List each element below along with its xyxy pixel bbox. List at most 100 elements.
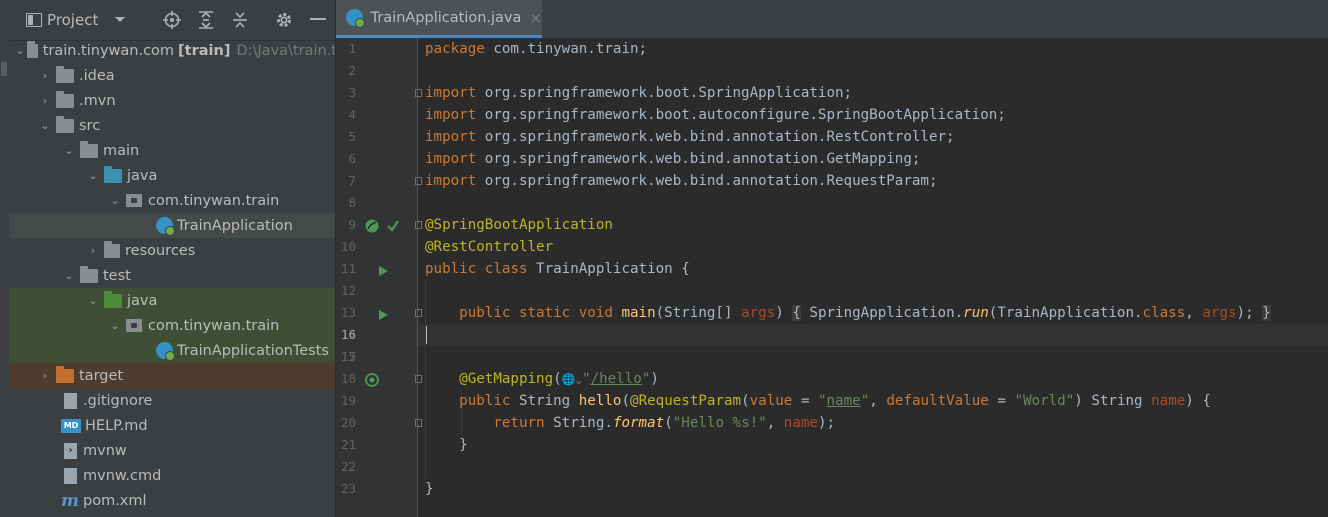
spring-class-icon bbox=[346, 9, 365, 28]
gitignore-file-icon bbox=[64, 392, 77, 409]
chevron-down-icon[interactable]: ⌄ bbox=[61, 144, 77, 157]
line-number: 9 bbox=[348, 217, 356, 232]
code-line-17: @GetMapping(🌐⌄"/hello") bbox=[459, 371, 659, 387]
tree-item-target[interactable]: › target bbox=[9, 363, 335, 388]
tree-item-test-java[interactable]: ⌄ java bbox=[9, 288, 335, 313]
tree-item-label: mvnw.cmd bbox=[83, 467, 162, 484]
run-icon[interactable] bbox=[379, 310, 388, 320]
project-tool-window-button[interactable] bbox=[1, 62, 7, 76]
tree-item-pom-xml[interactable]: m pom.xml bbox=[9, 488, 335, 513]
chevron-right-icon[interactable]: › bbox=[85, 244, 101, 257]
line-number: 3 bbox=[348, 85, 356, 100]
code-editor: TrainApplication.java × 1 2 3 4 5 6 7 8 … bbox=[336, 0, 1328, 517]
hide-panel-icon[interactable] bbox=[307, 0, 329, 40]
tree-item-mvnw-cmd[interactable]: mvnw.cmd bbox=[9, 463, 335, 488]
tree-item-label: HELP.md bbox=[85, 417, 148, 434]
line-number: 21 bbox=[340, 437, 356, 452]
tree-item-label: train.tinywan.com bbox=[42, 42, 175, 59]
folder-icon bbox=[80, 265, 98, 283]
line-number: 17 bbox=[340, 349, 356, 364]
tree-item-test[interactable]: ⌄ test bbox=[9, 263, 335, 288]
tree-item-resources[interactable]: › resources bbox=[9, 238, 335, 263]
endpoint-icon[interactable] bbox=[365, 373, 379, 387]
tree-item-label: TrainApplication bbox=[177, 217, 293, 234]
tab-train-application-java[interactable]: TrainApplication.java × bbox=[336, 0, 542, 38]
tree-item-mvnw[interactable]: › mvnw bbox=[9, 438, 335, 463]
line-number: 2 bbox=[348, 63, 356, 78]
chevron-down-icon[interactable]: ⌄ bbox=[107, 319, 123, 332]
project-panel: Project ⌄ train.tinywan.com [train] D:\J… bbox=[9, 0, 335, 517]
module-folder-icon bbox=[26, 40, 38, 58]
run-icon[interactable] bbox=[379, 266, 388, 276]
chevron-right-icon[interactable]: › bbox=[37, 69, 53, 82]
tree-item-idea[interactable]: › .idea bbox=[9, 63, 335, 88]
folder-icon bbox=[80, 140, 98, 158]
project-panel-header: Project bbox=[9, 0, 335, 41]
tree-item-mvn[interactable]: › .mvn bbox=[9, 88, 335, 113]
close-icon[interactable]: × bbox=[529, 9, 542, 27]
code-line-20: } bbox=[459, 437, 468, 453]
current-line-number: 16 bbox=[340, 327, 356, 342]
spring-mvc-icon[interactable] bbox=[386, 219, 400, 233]
folder-icon bbox=[56, 90, 74, 108]
line-number: 22 bbox=[340, 459, 356, 474]
tree-item-label: java bbox=[127, 292, 158, 309]
line-number: 19 bbox=[340, 393, 356, 408]
tree-item-label: pom.xml bbox=[83, 492, 147, 509]
tree-item-gitignore[interactable]: .gitignore bbox=[9, 388, 335, 413]
tree-item-label: resources bbox=[125, 242, 196, 259]
tree-item-label: java bbox=[127, 167, 158, 184]
code-area[interactable]: package com.tinywan.train; import org.sp… bbox=[418, 38, 1328, 517]
tree-item-java[interactable]: ⌄ java bbox=[9, 163, 335, 188]
tree-item-train-application[interactable]: TrainApplication bbox=[9, 213, 335, 238]
code-line-18: public String hello(@RequestParam(value … bbox=[459, 393, 1211, 409]
test-folder-icon bbox=[104, 290, 122, 308]
chevron-down-icon[interactable]: ⌄ bbox=[107, 194, 123, 207]
spring-class-icon bbox=[156, 217, 175, 236]
project-path: D:\Java\train.ti bbox=[236, 42, 335, 59]
spring-bean-icon[interactable] bbox=[365, 219, 379, 233]
maven-file-icon: m bbox=[61, 490, 79, 511]
chevron-down-icon[interactable]: ⌄ bbox=[15, 44, 25, 57]
chevron-down-icon[interactable]: ⌄ bbox=[61, 269, 77, 282]
chevron-down-icon[interactable]: ⌄ bbox=[37, 119, 53, 132]
tree-item-help-md[interactable]: MD HELP.md bbox=[9, 413, 335, 438]
tree-item-src[interactable]: ⌄ src bbox=[9, 113, 335, 138]
shell-file-icon: › bbox=[64, 442, 77, 459]
tree-item-label: .idea bbox=[79, 67, 115, 84]
chevron-down-icon[interactable] bbox=[111, 0, 129, 40]
tree-item-label: .gitignore bbox=[83, 392, 153, 409]
chevron-right-icon[interactable]: › bbox=[37, 369, 53, 382]
tree-item-project-root[interactable]: ⌄ train.tinywan.com [train] D:\Java\trai… bbox=[9, 38, 335, 63]
project-view-title[interactable]: Project bbox=[47, 0, 107, 40]
tree-item-test-package[interactable]: ⌄ com.tinywan.train bbox=[9, 313, 335, 338]
module-badge: [train] bbox=[178, 42, 231, 59]
text-file-icon bbox=[64, 467, 77, 484]
chevron-right-icon[interactable]: › bbox=[37, 94, 53, 107]
current-line-highlight bbox=[418, 324, 1328, 346]
tree-item-package[interactable]: ⌄ com.tinywan.train bbox=[9, 188, 335, 213]
code-line-9: @SpringBootApplication bbox=[425, 217, 613, 233]
tree-item-main[interactable]: ⌄ main bbox=[9, 138, 335, 163]
folder-icon bbox=[56, 115, 74, 133]
line-number: 6 bbox=[348, 151, 356, 166]
line-number: 5 bbox=[348, 129, 356, 144]
locate-icon[interactable] bbox=[161, 0, 183, 40]
expand-all-icon[interactable] bbox=[195, 0, 217, 40]
line-number: 13 bbox=[340, 305, 356, 320]
tree-item-label: target bbox=[79, 367, 124, 384]
line-number: 8 bbox=[348, 195, 356, 210]
tree-item-label: src bbox=[79, 117, 101, 134]
code-line-10: @RestController bbox=[425, 239, 554, 255]
code-line-7: import org.springframework.web.bind.anno… bbox=[425, 173, 938, 189]
tree-item-train-application-tests[interactable]: TrainApplicationTests bbox=[9, 338, 335, 363]
tree-item-label: main bbox=[103, 142, 140, 159]
code-line-3: import org.springframework.boot.SpringAp… bbox=[425, 85, 853, 101]
project-view-icon bbox=[23, 0, 45, 40]
gear-icon[interactable] bbox=[273, 0, 295, 40]
chevron-down-icon[interactable]: ⌄ bbox=[85, 294, 101, 307]
chevron-down-icon[interactable]: ⌄ bbox=[85, 169, 101, 182]
collapse-all-icon[interactable] bbox=[229, 0, 251, 40]
package-icon bbox=[126, 319, 142, 332]
code-line-13: public static void main(String[] args) {… bbox=[459, 305, 1271, 321]
